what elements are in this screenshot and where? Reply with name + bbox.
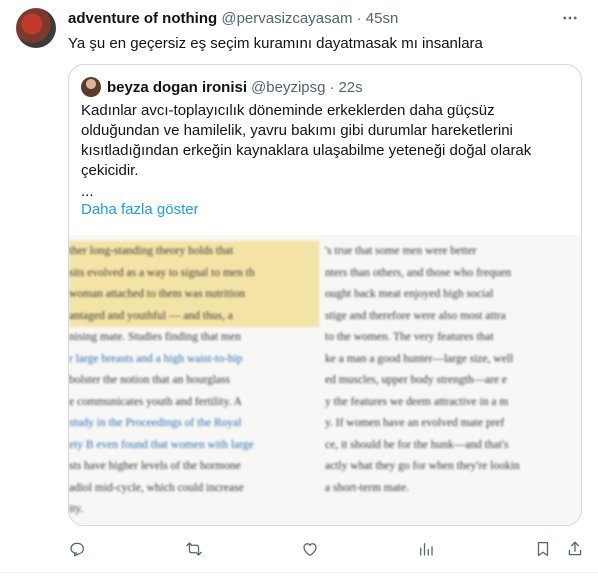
quote-ellipsis: ... — [81, 183, 94, 200]
like-button[interactable] — [297, 536, 323, 562]
quote-text: Kadınlar avcı-toplayıcılık döneminde erk… — [81, 102, 532, 179]
show-more-link[interactable]: Daha fazla göster — [81, 201, 199, 218]
quote-image[interactable]: ther long-standing theory holds that sit… — [69, 235, 581, 525]
image-text-line: ed muscles, upper body strength—are e — [325, 374, 508, 386]
retweet-icon — [186, 542, 202, 556]
author-avatar[interactable] — [16, 8, 56, 48]
image-text-line: e communicates youth and fertility. A — [69, 395, 242, 408]
quote-author-name[interactable]: beyza dogan ironisi — [107, 79, 247, 96]
bookmark-button[interactable] — [530, 536, 556, 562]
quote-author-avatar[interactable] — [81, 77, 101, 97]
reply-button[interactable] — [64, 536, 90, 562]
image-text-left-column: ther long-standing theory holds that sit… — [69, 241, 319, 521]
image-text-line: y the features we deem attractive in a m — [325, 395, 509, 408]
author-handle[interactable]: @pervasizcayasam — [221, 10, 352, 27]
image-text-line: antaged and youthful — and thus, a — [69, 305, 319, 327]
image-text-line: bolster the notion that an hourglass — [69, 374, 231, 386]
author-name[interactable]: adventure of nothing — [68, 10, 217, 27]
image-text-right-column: 's true that some men were better nters … — [325, 241, 581, 499]
bookmark-icon — [537, 541, 549, 557]
quote-header: beyza dogan ironisi @beyzipsg · 22s — [81, 77, 363, 97]
reply-icon — [70, 542, 85, 557]
image-text-line: actly what they go for when they're look… — [325, 460, 520, 472]
views-button[interactable] — [413, 536, 439, 562]
separator-dot: · — [356, 10, 362, 27]
image-text-line: stige and therefore were also most attra — [325, 309, 506, 322]
quote-time[interactable]: 22s — [338, 79, 362, 96]
quote-separator-dot: · — [329, 78, 335, 96]
image-text-line: nters than others, and those who frequen — [325, 266, 512, 279]
image-text-line: woman attached to them was nutrition — [69, 284, 319, 306]
views-icon — [420, 543, 433, 556]
more-options-button[interactable] — [560, 8, 580, 28]
image-text-line: sts have higher levels of the hormone — [69, 460, 241, 472]
like-icon — [303, 543, 317, 557]
image-text-line: ce, it should be for the hunk—and that's — [325, 438, 509, 451]
more-dots-icon — [563, 16, 577, 20]
quote-author-handle[interactable]: @beyzipsg — [251, 79, 325, 96]
tweet-header: adventure of nothing @pervasizcayasam · … — [68, 10, 398, 27]
image-text-line: to the women. The very features that — [325, 331, 494, 343]
image-text-line: ther long-standing theory holds that — [69, 241, 319, 263]
tweet-actions-bar — [0, 536, 598, 562]
image-text-line: ety B even found that women with large — [69, 438, 254, 451]
image-text-line: nising mate. Studies finding that men — [69, 331, 241, 343]
image-text-line: ke a man a good hunter—large size, well — [325, 352, 514, 365]
divider — [0, 572, 598, 573]
share-button[interactable] — [562, 536, 588, 562]
image-text-line: study in the Proceedings of the Royal — [69, 417, 242, 429]
image-text-line: ity. — [69, 503, 84, 515]
image-text-line: y. If women have an evolved mate pref — [325, 417, 505, 429]
retweet-button[interactable] — [181, 536, 207, 562]
tweet-text: Ya şu en geçersiz eş seçim kuramını daya… — [68, 35, 483, 52]
image-text-line: a short-term mate. — [325, 481, 409, 494]
image-text-line: ought back meat enjoyed high social — [325, 288, 494, 300]
image-text-line: r large breasts and a high waist-to-hip — [69, 352, 243, 365]
quoted-tweet[interactable]: beyza dogan ironisi @beyzipsg · 22s Kadı… — [68, 64, 582, 526]
image-text-line: 's true that some men were better — [325, 245, 477, 257]
image-text-line: adiol mid-cycle, which could increase — [69, 481, 244, 494]
image-text-line: sits evolved as a way to signal to men t… — [69, 262, 319, 284]
share-icon — [568, 541, 582, 556]
tweet-time[interactable]: 45sn — [366, 10, 399, 27]
